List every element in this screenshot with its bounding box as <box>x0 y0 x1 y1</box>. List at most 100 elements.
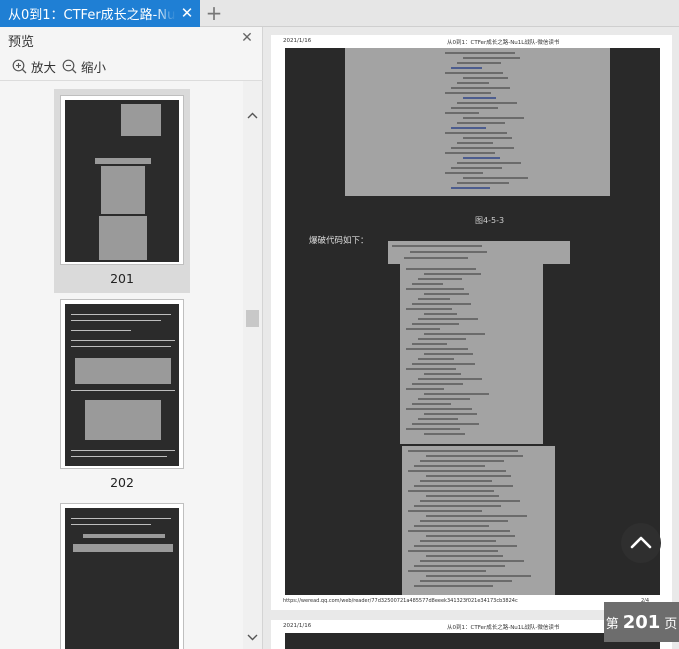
code-line <box>426 455 523 457</box>
code-line <box>424 353 473 355</box>
code-line <box>414 585 493 587</box>
code-line <box>392 245 482 247</box>
code-line <box>418 318 478 320</box>
code-line <box>420 500 520 502</box>
code-line <box>408 510 482 512</box>
code-line <box>408 550 498 552</box>
code-line <box>420 540 496 542</box>
code-line <box>451 167 502 169</box>
code-line <box>463 177 528 179</box>
code-line <box>420 580 512 582</box>
code-line <box>457 62 501 64</box>
code-line <box>412 423 479 425</box>
scrollbar-thumb[interactable] <box>246 310 259 327</box>
chevron-down-icon[interactable] <box>247 632 258 642</box>
code-line <box>418 378 482 380</box>
code-line <box>408 530 510 532</box>
code-line <box>457 182 509 184</box>
code-line <box>418 358 454 360</box>
code-line <box>451 127 486 129</box>
code-line <box>463 117 524 119</box>
code-line <box>408 450 518 452</box>
code-line <box>451 107 498 109</box>
zoom-out-icon <box>62 59 77 74</box>
section-subheading: 爆破代码如下： <box>309 236 369 246</box>
chevron-up-icon[interactable] <box>247 111 258 121</box>
tab-title: 从0到1：CTFer成长之路-Nu1L战队-微信读书 <box>8 8 176 23</box>
code-line <box>414 465 485 467</box>
code-line <box>414 545 517 547</box>
code-line <box>412 343 447 345</box>
code-line <box>445 72 503 74</box>
pdf-page: 2021/1/16 从0到1：CTFer成长之路-Nu1L战队-微信读书 图4-… <box>271 35 672 610</box>
thumbnail-page-201[interactable]: 201 <box>54 89 190 293</box>
scroll-to-top-button[interactable] <box>621 523 661 563</box>
code-line <box>412 363 475 365</box>
code-line <box>406 268 476 270</box>
code-line <box>418 278 462 280</box>
code-line <box>424 373 461 375</box>
code-line <box>418 298 450 300</box>
code-line <box>463 57 520 59</box>
code-line <box>426 535 515 537</box>
code-line <box>418 338 466 340</box>
code-image <box>388 241 570 264</box>
code-line <box>412 403 451 405</box>
code-line <box>426 515 527 517</box>
page-header-date: 2021/1/16 <box>283 38 312 44</box>
code-image <box>402 446 555 595</box>
close-icon[interactable]: ✕ <box>240 30 254 46</box>
code-image <box>400 264 543 444</box>
code-line <box>457 102 517 104</box>
code-line <box>445 172 483 174</box>
code-line <box>410 251 487 253</box>
code-line <box>445 92 491 94</box>
code-line <box>451 87 510 89</box>
document-view[interactable]: 2021/1/16 从0到1：CTFer成长之路-Nu1L战队-微信读书 图4-… <box>263 27 679 649</box>
code-line <box>424 293 469 295</box>
page-screenshot: 图4-5-3 爆破代码如下： <box>285 48 660 595</box>
code-line <box>420 520 508 522</box>
document-tab[interactable]: 从0到1：CTFer成长之路-Nu1L战队-微信读书 ✕ <box>0 0 200 27</box>
code-line <box>424 333 485 335</box>
code-line <box>424 393 489 395</box>
code-line <box>418 398 470 400</box>
zoom-in-icon <box>12 59 27 74</box>
zoom-out-button[interactable]: 缩小 <box>62 57 106 75</box>
plus-icon[interactable]: + <box>204 3 224 23</box>
code-line <box>463 137 512 139</box>
page-header-title: 从0到1：CTFer成长之路-Nu1L战队-微信读书 <box>447 625 560 631</box>
code-line <box>451 187 490 189</box>
code-line <box>424 433 465 435</box>
code-line <box>420 460 504 462</box>
panel-title: 预览 <box>8 35 35 50</box>
thumbnail-page-203[interactable] <box>54 497 190 649</box>
code-line <box>406 368 456 370</box>
thumbnail-label: 201 <box>110 271 134 286</box>
zoom-in-button[interactable]: 放大 <box>12 57 56 75</box>
thumbnail-scrollbar[interactable] <box>243 81 262 649</box>
code-line <box>457 142 493 144</box>
code-line <box>445 52 515 54</box>
zoom-in-label: 放大 <box>31 59 57 75</box>
page-badge-suffix: 页 <box>664 616 678 632</box>
code-line <box>408 570 486 572</box>
thumbnail-image <box>60 503 184 649</box>
code-line <box>457 82 489 84</box>
code-line <box>420 560 524 562</box>
page-number-badge: 第 201 页 <box>604 602 679 642</box>
code-line <box>463 157 500 159</box>
thumbnail-page-202[interactable]: 202 <box>54 293 190 497</box>
chevron-up-icon <box>630 536 652 549</box>
zoom-out-label: 缩小 <box>81 59 107 75</box>
code-line <box>424 413 477 415</box>
figure-caption: 图4-5-3 <box>475 216 505 225</box>
thumbnail-label: 202 <box>110 475 134 490</box>
close-icon[interactable]: ✕ <box>179 5 195 21</box>
page-header-date: 2021/1/16 <box>283 623 312 629</box>
thumbnail-list: 201 202 <box>0 81 243 649</box>
code-line <box>424 273 481 275</box>
code-line <box>414 525 489 527</box>
code-line <box>420 480 492 482</box>
code-line <box>412 283 443 285</box>
